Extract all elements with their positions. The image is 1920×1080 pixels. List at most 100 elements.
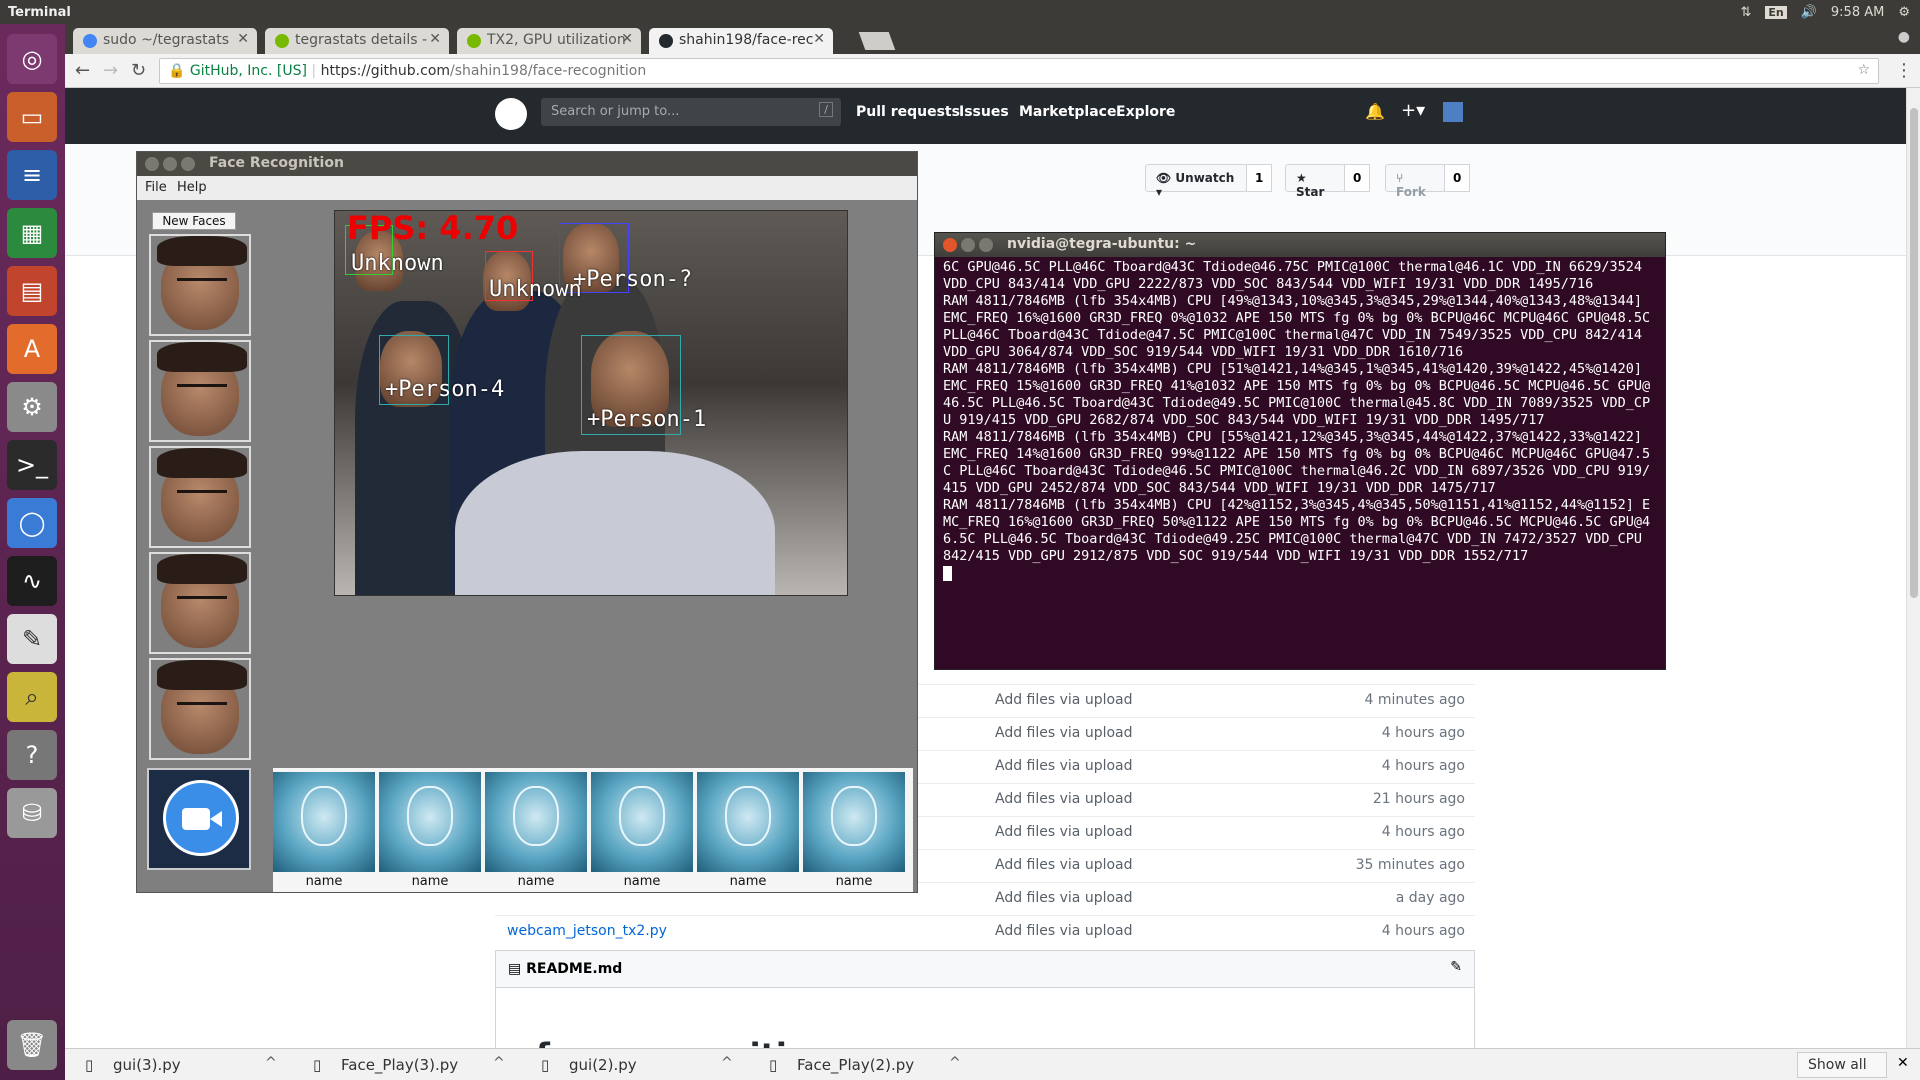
bell-icon[interactable]: 🔔 [1365, 102, 1385, 121]
back-arrow-icon[interactable]: ← [75, 60, 90, 81]
close-icon[interactable]: ✕ [813, 31, 825, 47]
fork-count[interactable]: 0 [1444, 164, 1470, 192]
commit-message[interactable]: Add files via upload [995, 824, 1133, 840]
page-scrollbar[interactable] [1906, 88, 1920, 1048]
gallery-item[interactable]: name [591, 772, 693, 890]
drive-icon[interactable]: ⛁ [7, 788, 57, 838]
close-icon[interactable]: ✕ [429, 31, 441, 47]
terminal-icon[interactable]: >_ [7, 440, 57, 490]
tab-tegrastats-details[interactable]: tegrastats details - ✕ [265, 28, 449, 54]
image-viewer-icon[interactable]: ⌕ [7, 672, 57, 722]
plus-icon[interactable]: +▾ [1401, 100, 1425, 121]
commit-message[interactable]: Add files via upload [995, 791, 1133, 807]
menu-help[interactable]: Help [177, 180, 207, 195]
calc-icon[interactable]: ▦ [7, 208, 57, 258]
window-titlebar[interactable]: nvidia@tegra-ubuntu: ~ [935, 233, 1665, 257]
download-item[interactable]: gui(2).py [569, 1056, 637, 1074]
new-tab-button[interactable] [858, 32, 896, 50]
commit-message[interactable]: Add files via upload [995, 890, 1133, 906]
gallery-item[interactable]: name [485, 772, 587, 890]
maximize-icon[interactable] [979, 238, 993, 252]
pencil-icon[interactable]: ✎ [1450, 959, 1462, 975]
impress-icon[interactable]: ▤ [7, 266, 57, 316]
close-icon[interactable] [943, 238, 957, 252]
avatar[interactable] [1443, 102, 1463, 122]
gallery-item[interactable]: name [273, 772, 375, 890]
close-icon[interactable]: ✕ [237, 31, 249, 47]
commit-message[interactable]: Add files via upload [995, 923, 1133, 939]
gallery-item[interactable]: name [697, 772, 799, 890]
new-faces-button[interactable]: New Faces [152, 212, 236, 230]
watch-count[interactable]: 1 [1246, 164, 1272, 192]
download-item[interactable]: Face_Play(2).py [797, 1056, 914, 1074]
clock[interactable]: 9:58 AM [1831, 5, 1884, 20]
software-center-icon[interactable]: A [7, 324, 57, 374]
scrollbar-thumb[interactable] [1910, 108, 1918, 598]
chevron-up-icon[interactable]: ^ [493, 1055, 505, 1071]
tab-tx2-gpu[interactable]: TX2, GPU utilization ✕ [457, 28, 641, 54]
text-editor-icon[interactable]: ✎ [7, 614, 57, 664]
system-monitor-icon[interactable]: ∿ [7, 556, 57, 606]
close-icon[interactable]: ✕ [621, 31, 633, 47]
commit-message[interactable]: Add files via upload [995, 758, 1133, 774]
tab-github-face-recognition[interactable]: shahin198/face-rec ✕ [649, 28, 833, 54]
window-titlebar[interactable]: Face Recognition [137, 152, 917, 176]
new-face-thumbnail[interactable] [149, 552, 251, 654]
user-icon[interactable]: ● [1898, 29, 1910, 45]
new-face-thumbnail[interactable] [149, 658, 251, 760]
chevron-up-icon[interactable]: ^ [949, 1055, 961, 1071]
reload-icon[interactable]: ↻ [131, 60, 146, 81]
trash-icon[interactable]: 🗑 [7, 1020, 57, 1070]
table-row[interactable]: webcam_jetson_tx2.py Add files via upload… [495, 915, 1475, 948]
menu-file[interactable]: File [145, 180, 167, 195]
writer-icon[interactable]: ≡ [7, 150, 57, 200]
forward-arrow-icon[interactable]: → [103, 60, 118, 81]
nav-marketplace[interactable]: Marketplace [1019, 104, 1116, 120]
new-face-thumbnail[interactable] [149, 446, 251, 548]
volume-icon[interactable]: 🔊 [1801, 5, 1817, 20]
download-item[interactable]: Face_Play(3).py [341, 1056, 458, 1074]
star-button[interactable]: ★ Star [1285, 164, 1345, 199]
nav-pull-requests[interactable]: Pull requests [856, 104, 960, 120]
file-name-link[interactable]: webcam_jetson_tx2.py [507, 923, 667, 939]
tab-tegrastats-sudo[interactable]: sudo ~/tegrastats ✕ [73, 28, 257, 54]
chevron-up-icon[interactable]: ^ [721, 1055, 733, 1071]
close-icon[interactable] [145, 157, 159, 171]
maximize-icon[interactable] [181, 157, 195, 171]
settings-icon[interactable]: ⚙ [7, 382, 57, 432]
new-face-thumbnail[interactable] [149, 234, 251, 336]
gallery-item[interactable]: name [379, 772, 481, 890]
commit-message[interactable]: Add files via upload [995, 725, 1133, 741]
new-face-thumbnail[interactable] [149, 340, 251, 442]
github-logo-icon[interactable] [495, 98, 527, 130]
keyboard-layout-indicator[interactable]: En [1765, 5, 1787, 19]
star-bookmark-icon[interactable]: ☆ [1857, 62, 1870, 78]
camera-button[interactable] [147, 768, 251, 870]
commit-message[interactable]: Add files via upload [995, 692, 1133, 708]
readme-header: ▤ README.md ✎ [495, 950, 1475, 988]
files-icon[interactable]: ▭ [7, 92, 57, 142]
address-bar[interactable]: 🔒 GitHub, Inc. [US] | https://github.com… [159, 58, 1879, 84]
terminal-output[interactable]: 6C GPU@46.5C PLL@46C Tboard@43C Tdiode@4… [935, 259, 1665, 669]
gallery-name: name [411, 874, 449, 889]
fork-button[interactable]: ⑂ Fork [1385, 164, 1445, 199]
ubuntu-icon[interactable]: ◎ [7, 34, 57, 84]
minimize-icon[interactable] [961, 238, 975, 252]
nav-issues[interactable]: Issues [959, 104, 1009, 120]
show-all-button[interactable]: Show all [1797, 1052, 1887, 1078]
unwatch-button[interactable]: 👁 Unwatch ▾ [1145, 164, 1247, 199]
network-icon[interactable]: ⇅ [1740, 5, 1751, 20]
gallery-item[interactable]: name [803, 772, 905, 890]
menu-icon[interactable]: ⋮ [1895, 60, 1913, 81]
download-item[interactable]: gui(3).py [113, 1056, 181, 1074]
chromium-icon[interactable]: ◯ [7, 498, 57, 548]
close-icon[interactable]: ✕ [1897, 1055, 1909, 1071]
github-search-input[interactable]: Search or jump to... / [541, 98, 841, 126]
chevron-up-icon[interactable]: ^ [265, 1055, 277, 1071]
help-icon[interactable]: ? [7, 730, 57, 780]
star-count[interactable]: 0 [1344, 164, 1370, 192]
commit-message[interactable]: Add files via upload [995, 857, 1133, 873]
nav-explore[interactable]: Explore [1116, 104, 1175, 120]
gear-icon[interactable]: ⚙ [1898, 5, 1910, 20]
minimize-icon[interactable] [163, 157, 177, 171]
